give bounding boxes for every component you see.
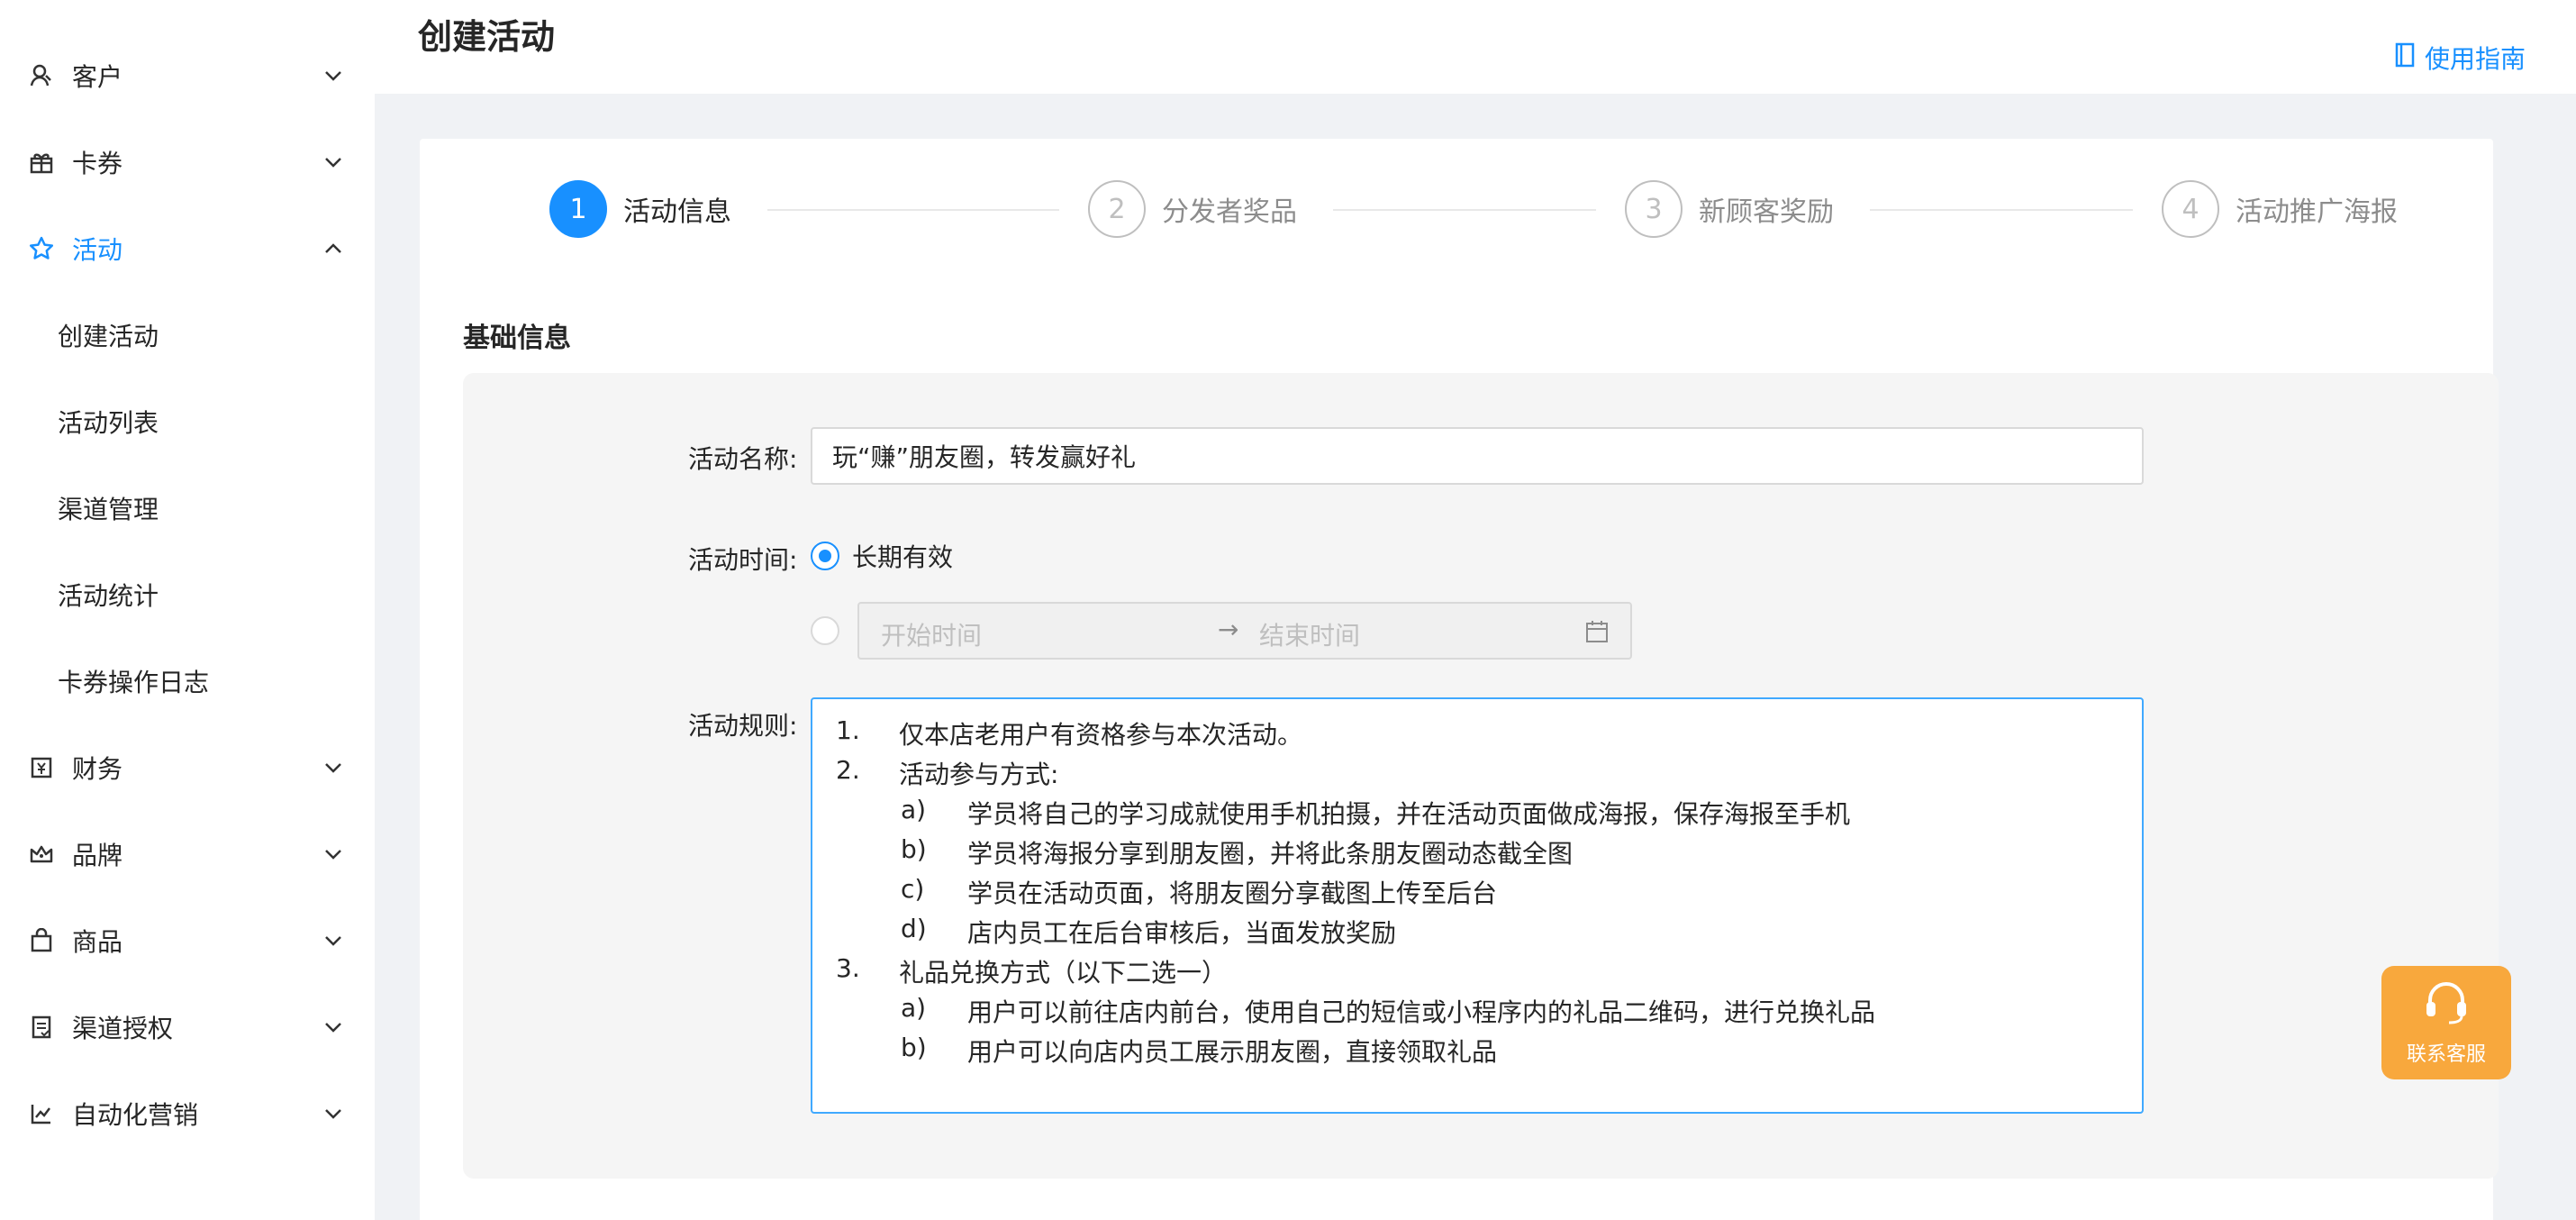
step-label: 分发者奖品 [1162,196,1297,228]
submenu-item-channel-management[interactable]: 渠道管理 [0,465,375,551]
chevron-up-icon [322,238,344,259]
basic-info-form: 活动名称: 玩“赚”朋友圈，转发赢好礼 活动时间: 长期有效 开始时间 → 结束… [463,373,2499,1179]
rule-line: d) 店内员工在后台审核后，当面发放奖励 [901,914,1397,948]
time-option-range[interactable] [811,616,839,645]
calendar-icon [1585,620,1609,647]
submenu-item-coupon-log[interactable]: 卡券操作日志 [0,638,375,724]
step-label: 新顾客奖励 [1699,196,1834,228]
sidebar: 客户 卡券 活动 创建活动 活动列表 渠道管理 活动统计 卡券操作日志 财务 品… [0,0,375,1220]
guide-link[interactable]: 使用指南 [2394,40,2526,76]
menu-item-coupon[interactable]: 卡券 [0,119,375,205]
menu-item-workbench-partial[interactable] [0,0,375,9]
document-icon [27,1013,56,1042]
submenu-item-activity-list[interactable]: 活动列表 [0,378,375,465]
start-time-placeholder: 开始时间 [881,621,983,651]
chevron-down-icon [322,1103,344,1124]
activity-name-label: 活动名称: [688,444,798,474]
rule-line: a) 用户可以前往店内前台，使用自己的短信或小程序内的礼品二维码，进行兑换礼品 [901,993,1876,1027]
chevron-down-icon [322,930,344,951]
book-icon [2394,42,2416,74]
activity-rules-label: 活动规则: [688,711,798,741]
menu-item-product[interactable]: 商品 [0,897,375,984]
chevron-down-icon [322,151,344,173]
chevron-down-icon [322,843,344,865]
time-option-long-term[interactable]: 长期有效 [811,538,953,574]
rule-line: c) 学员在活动页面，将朋友圈分享截图上传至后台 [901,874,1498,908]
chevron-down-icon [322,1016,344,1038]
shopping-bag-icon [27,926,56,955]
line-chart-icon [27,1099,56,1128]
rule-line: b) 用户可以向店内员工展示朋友圈，直接领取礼品 [901,1033,1498,1067]
step-number: 4 [2162,180,2219,238]
step-1: 1 活动信息 [549,180,731,238]
submenu-item-activity-stats[interactable]: 活动统计 [0,551,375,638]
step-connector [1870,209,2133,211]
activity-name-input[interactable]: 玩“赚”朋友圈，转发赢好礼 [811,427,2144,485]
menu-item-channel-auth[interactable]: 渠道授权 [0,984,375,1070]
page-header: 创建活动 使用指南 [375,0,2576,94]
step-connector [767,209,1059,211]
step-number: 2 [1088,180,1146,238]
step-number: 1 [549,180,607,238]
end-time-placeholder: 结束时间 [1259,621,1361,651]
contact-support-button[interactable]: 联系客服 [2381,966,2511,1079]
rule-line: 3. 礼品兑换方式（以下二选一） [836,953,1228,988]
contact-support-label: 联系客服 [2406,1043,2486,1066]
menu-item-brand[interactable]: 品牌 [0,811,375,897]
radio-date-range[interactable] [811,616,839,645]
step-number: 3 [1625,180,1683,238]
radio-long-term[interactable] [811,542,839,570]
rule-line: 1. 仅本店老用户有资格参与本次活动。 [836,715,1303,750]
chevron-down-icon [322,65,344,86]
step-2: 2 分发者奖品 [1088,180,1297,238]
range-arrow: → [1218,615,1239,644]
step-connector [1333,209,1596,211]
guide-link-label: 使用指南 [2424,44,2526,74]
activity-time-label: 活动时间: [688,545,798,575]
submenu-item-create-activity[interactable]: 创建活动 [0,292,375,378]
headset-icon [2421,979,2472,1029]
rule-line: b) 学员将海报分享到朋友圈，并将此条朋友圈动态截全图 [901,834,1574,869]
step-3: 3 新顾客奖励 [1625,180,1834,238]
step-label: 活动信息 [623,196,731,228]
chevron-down-icon [322,757,344,778]
section-title: 基础信息 [463,323,571,354]
rule-line: 2. 活动参与方式: [836,755,1059,789]
menu-item-finance[interactable]: 财务 [0,724,375,811]
page-title: 创建活动 [418,17,556,57]
crown-icon [27,840,56,869]
date-range-picker[interactable]: 开始时间 → 结束时间 [857,602,1632,660]
star-icon [27,234,56,263]
rule-line: a) 学员将自己的学习成就使用手机拍摄，并在活动页面做成海报，保存海报至手机 [901,795,1851,829]
gift-icon [27,148,56,177]
step-label: 活动推广海报 [2236,196,2398,228]
main-content: 创建活动 使用指南 1 活动信息 2 分发者奖品 3 新顾客奖励 4 活动推广海… [375,0,2576,1220]
form-card: 1 活动信息 2 分发者奖品 3 新顾客奖励 4 活动推广海报 基础信息 活动名… [420,139,2499,1220]
activity-rules-textarea[interactable]: 1. 仅本店老用户有资格参与本次活动。 2. 活动参与方式: a) 学员将自己的学习成… [811,697,2144,1114]
user-icon [27,61,56,90]
menu-item-auto-marketing[interactable]: 自动化营销 [0,1070,375,1157]
step-4: 4 活动推广海报 [2162,180,2398,238]
radio-long-term-label: 长期有效 [852,542,954,572]
menu-item-customer[interactable]: 客户 [0,32,375,119]
wallet-icon [27,753,56,782]
menu-item-activity[interactable]: 活动 [0,205,375,292]
